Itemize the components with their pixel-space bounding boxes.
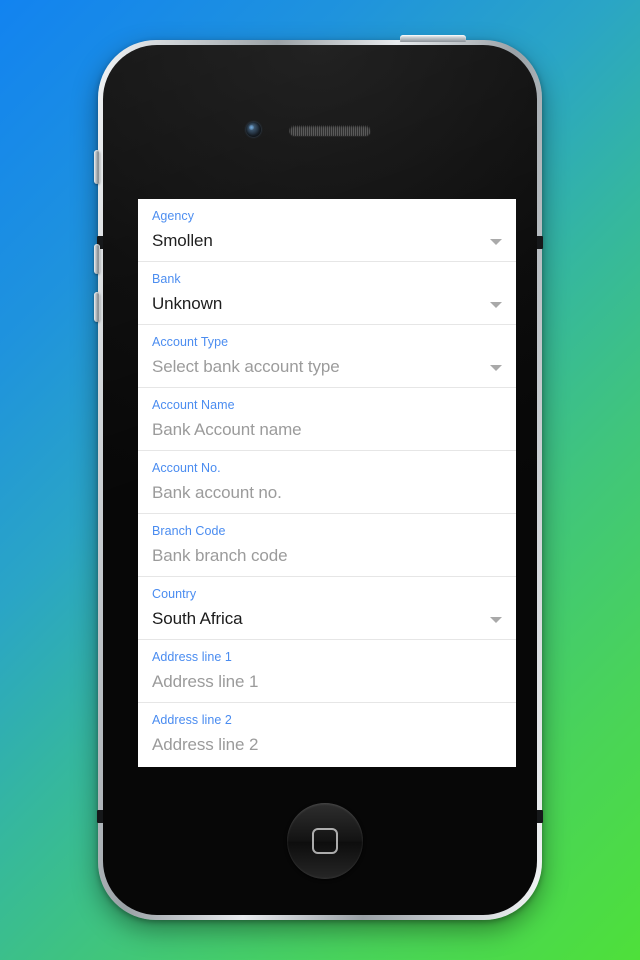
input-account-name[interactable]: Bank Account name xyxy=(152,419,500,441)
field-label-bank: Bank xyxy=(152,272,181,286)
antenna-band-right-top xyxy=(536,236,543,249)
select-agency[interactable]: Smollen xyxy=(152,230,500,252)
form-row-bank[interactable]: Bank Unknown xyxy=(138,262,516,325)
field-label-account-name: Account Name xyxy=(152,398,235,412)
chevron-down-icon[interactable] xyxy=(490,239,502,245)
field-label-account-type: Account Type xyxy=(152,335,229,349)
earpiece-speaker-icon xyxy=(289,125,371,136)
front-camera-icon xyxy=(246,122,261,137)
power-button[interactable] xyxy=(400,35,466,42)
silence-switch[interactable] xyxy=(94,150,100,184)
volume-down-button[interactable] xyxy=(94,292,100,322)
form-row-branch-code[interactable]: Branch Code Bank branch code xyxy=(138,514,516,577)
bank-account-form: Agency Smollen Bank Unknown Account Type Sele… xyxy=(138,199,516,765)
input-address-line-2[interactable]: Address line 2 xyxy=(152,734,500,756)
input-branch-code[interactable]: Bank branch code xyxy=(152,545,500,567)
input-address-line-1[interactable]: Address line 1 xyxy=(152,671,500,693)
input-account-no[interactable]: Bank account no. xyxy=(152,482,500,504)
form-row-account-no[interactable]: Account No. Bank account no. xyxy=(138,451,516,514)
field-label-country: Country xyxy=(152,587,197,601)
field-label-branch-code: Branch Code xyxy=(152,524,226,538)
field-label-address-line-1: Address line 1 xyxy=(152,650,232,664)
select-country[interactable]: South Africa xyxy=(152,608,500,630)
form-row-account-name[interactable]: Account Name Bank Account name xyxy=(138,388,516,451)
device-body: Agency Smollen Bank Unknown Account Type Sele… xyxy=(103,45,537,915)
select-bank[interactable]: Unknown xyxy=(152,293,500,315)
chevron-down-icon[interactable] xyxy=(490,365,502,371)
home-square-icon xyxy=(312,828,338,854)
field-label-address-line-2: Address line 2 xyxy=(152,713,232,727)
antenna-band-right-bottom xyxy=(536,810,543,823)
select-account-type[interactable]: Select bank account type xyxy=(152,356,500,378)
chevron-down-icon[interactable] xyxy=(490,617,502,623)
form-row-address-line-2[interactable]: Address line 2 Address line 2 xyxy=(138,703,516,765)
chevron-down-icon[interactable] xyxy=(490,302,502,308)
app-screen: Agency Smollen Bank Unknown Account Type Sele… xyxy=(138,199,516,767)
home-button[interactable] xyxy=(287,803,363,879)
form-row-agency[interactable]: Agency Smollen xyxy=(138,199,516,262)
field-label-account-no: Account No. xyxy=(152,461,221,475)
form-row-address-line-1[interactable]: Address line 1 Address line 1 xyxy=(138,640,516,703)
form-row-account-type[interactable]: Account Type Select bank account type xyxy=(138,325,516,388)
form-row-country[interactable]: Country South Africa xyxy=(138,577,516,640)
field-label-agency: Agency xyxy=(152,209,194,223)
volume-up-button[interactable] xyxy=(94,244,100,274)
phone-device-mockup: Agency Smollen Bank Unknown Account Type Sele… xyxy=(94,35,543,920)
